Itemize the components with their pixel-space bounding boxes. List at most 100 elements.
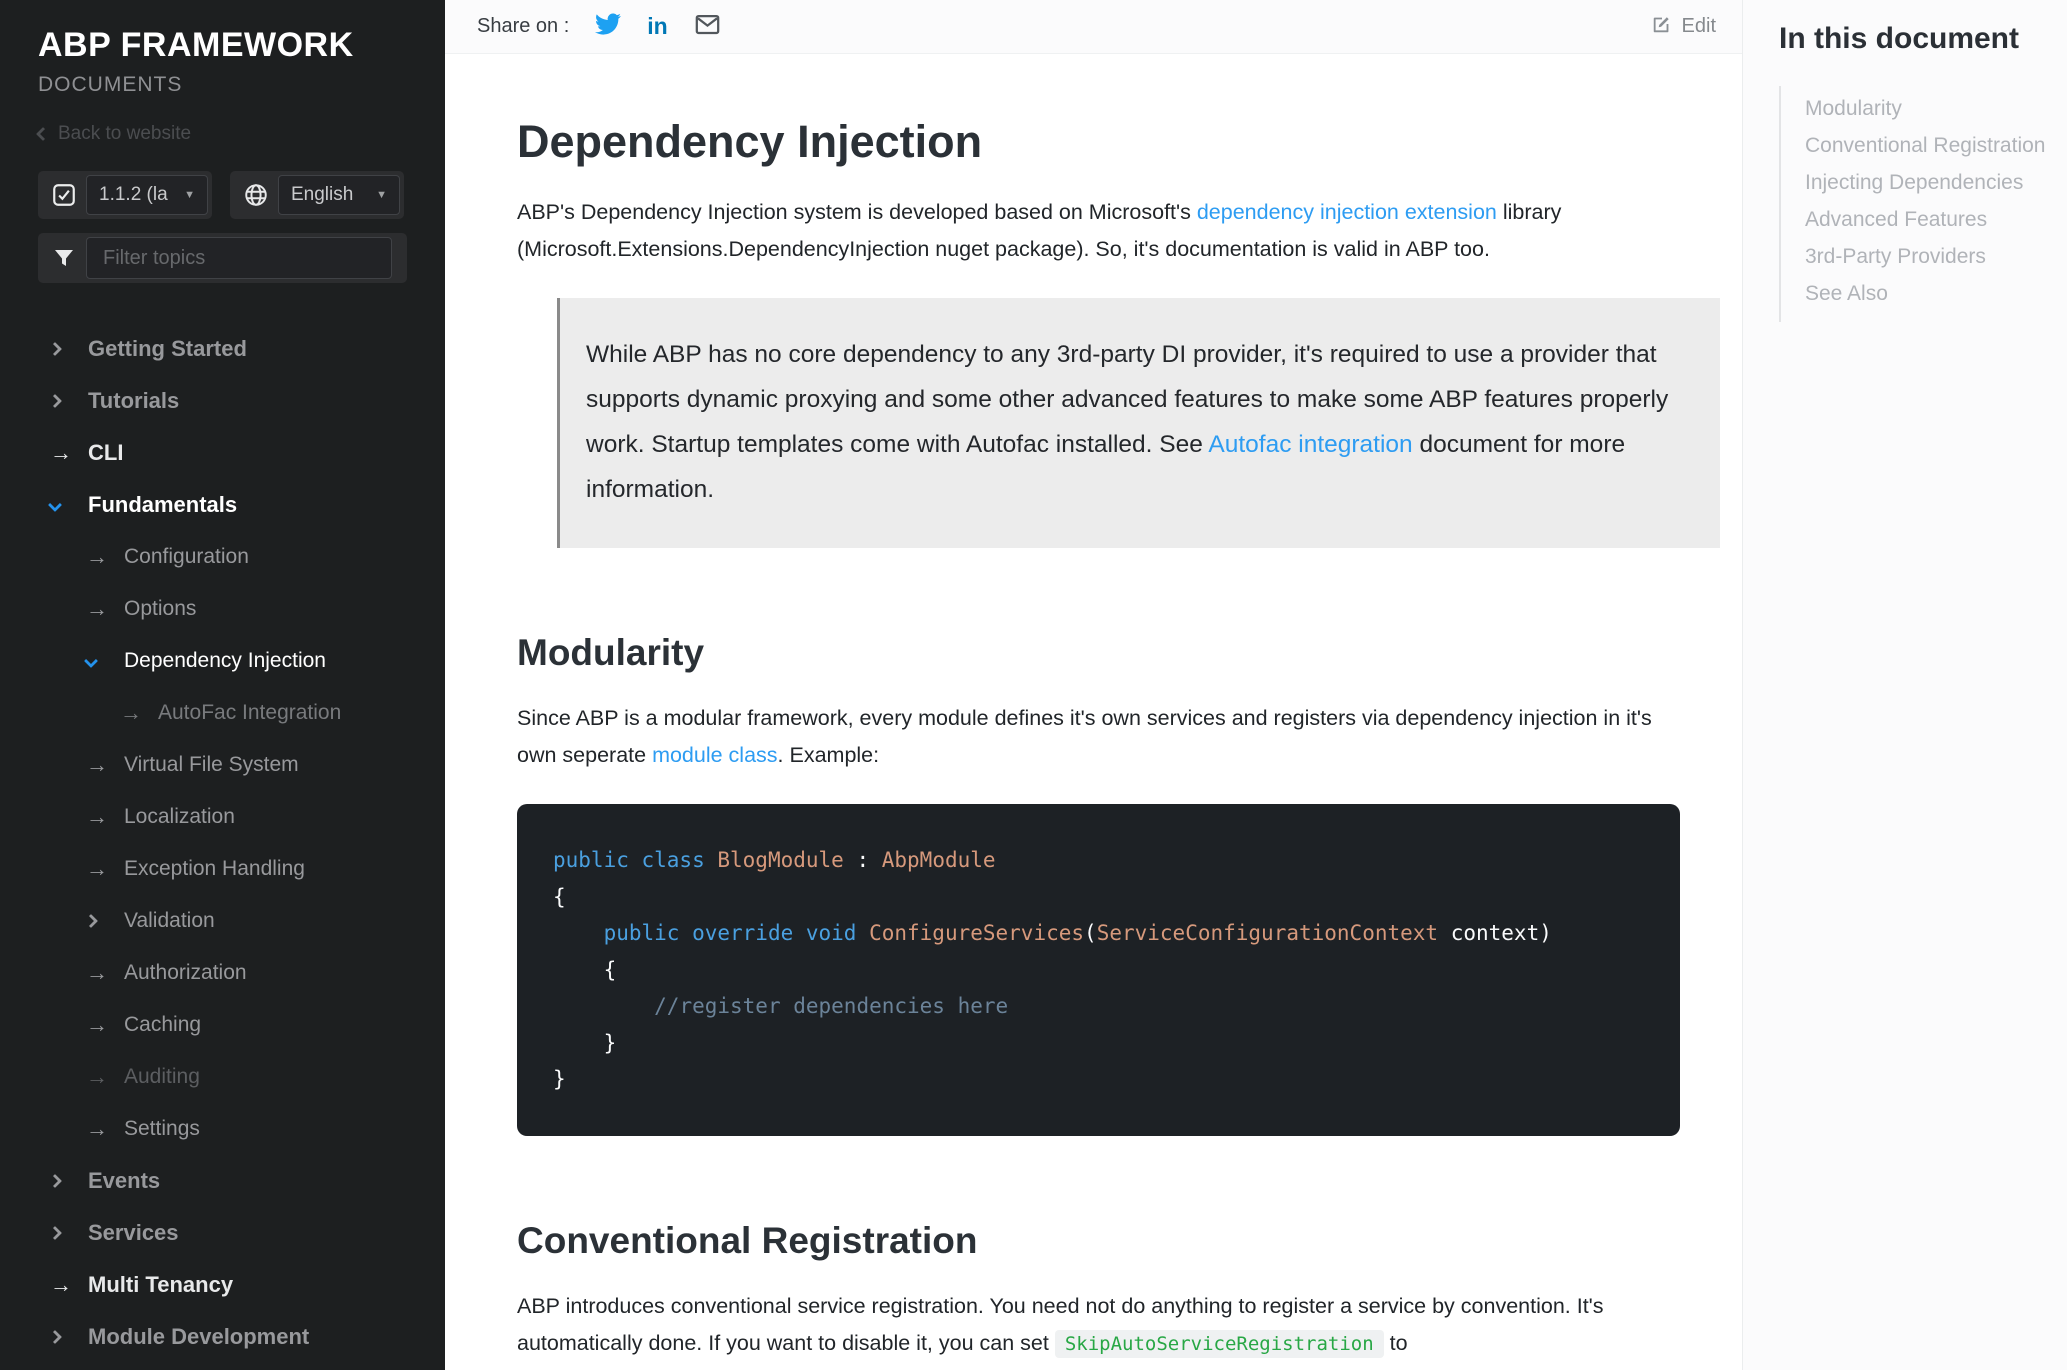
chevron-right-icon — [47, 341, 88, 357]
text-run: to — [1383, 1330, 1408, 1355]
sidebar-item-label: AutoFac Integration — [158, 701, 342, 724]
arrow-right-icon: → — [86, 1116, 108, 1141]
arrow-right-icon: → — [86, 752, 108, 777]
sidebar-item-label: Multi Tenancy — [88, 1272, 234, 1297]
chevron-right-icon — [47, 1329, 88, 1345]
sidebar-item-tutorials[interactable]: Tutorials — [0, 375, 445, 427]
sidebar-item-dependency-injection[interactable]: Dependency Injection — [0, 635, 445, 687]
modularity-paragraph: Since ABP is a modular framework, every … — [517, 700, 1680, 774]
text-run: ABP's Dependency Injection system is dev… — [517, 200, 1197, 224]
code-line: public class BlogModule : AbpModule — [553, 848, 996, 873]
code-line: //register dependencies here — [654, 994, 1009, 1019]
arrow-right-icon: → — [86, 856, 108, 881]
sidebar-item-label: Validation — [124, 909, 215, 932]
sidebar-item-validation[interactable]: Validation — [0, 895, 445, 947]
sidebar-item-label: Services — [88, 1220, 179, 1245]
main-content: Share on : in Edit Dependency Injection … — [445, 0, 1742, 1370]
sidebar-item-caching[interactable]: → Caching — [0, 999, 445, 1051]
article: Dependency Injection ABP's Dependency In… — [445, 54, 1742, 1370]
toc-item-modularity[interactable]: Modularity — [1805, 90, 2067, 127]
toc-item-conventional-registration[interactable]: Conventional Registration — [1805, 127, 2067, 164]
sidebar-item-events[interactable]: Events — [0, 1155, 445, 1207]
sidebar-item-autofac-integration[interactable]: → AutoFac Integration — [0, 687, 445, 739]
code-block: public class BlogModule : AbpModule { pub… — [517, 804, 1680, 1136]
back-to-website-link[interactable]: Back to website — [35, 123, 407, 145]
arrow-right-icon: → — [86, 1012, 108, 1037]
arrow-right-icon: → — [86, 596, 108, 621]
sidebar-item-label: Caching — [124, 1013, 202, 1036]
language-select[interactable]: English ▼ — [230, 171, 404, 219]
version-select[interactable]: 1.1.2 (la ▼ — [38, 171, 212, 219]
sidebar-item-services[interactable]: Services — [0, 1207, 445, 1259]
language-select-value: English — [291, 184, 354, 205]
inline-code: SkipAutoServiceRegistration — [1054, 1329, 1384, 1358]
sidebar-item-label: Authorization — [124, 961, 247, 984]
conventional-paragraph: ABP introduces conventional service regi… — [517, 1288, 1680, 1362]
share-twitter-button[interactable] — [595, 11, 622, 42]
version-select-value: 1.1.2 (la — [99, 184, 168, 205]
sidebar-item-label: Events — [88, 1168, 161, 1193]
arrow-right-icon: → — [120, 700, 142, 725]
share-email-button[interactable] — [694, 11, 721, 43]
sidebar-item-label: Virtual File System — [124, 753, 299, 776]
code-line: public override void ConfigureServices(S… — [603, 921, 1552, 946]
chevron-down-icon — [83, 653, 124, 669]
inline-link[interactable]: Autofac integration — [1208, 431, 1412, 458]
sidebar-item-label: Fundamentals — [88, 492, 238, 517]
sidebar-item-virtual-file-system[interactable]: → Virtual File System — [0, 739, 445, 791]
filter-topics-input[interactable] — [86, 237, 392, 279]
sidebar-item-label: Getting Started — [88, 336, 247, 361]
sidebar-item-fundamentals[interactable]: Fundamentals — [0, 479, 445, 531]
sidebar-item-cli[interactable]: → CLI — [0, 427, 445, 479]
sidebar-item-authorization[interactable]: → Authorization — [0, 947, 445, 999]
section-heading-modularity: Modularity — [517, 632, 705, 674]
text-run: . Example: — [777, 743, 880, 768]
sidebar-item-localization[interactable]: → Localization — [0, 791, 445, 843]
sidebar-item-label: Auditing — [124, 1065, 200, 1088]
sidebar-item-label: Options — [124, 597, 197, 620]
edit-button[interactable]: Edit — [1651, 13, 1716, 41]
toc-panel: In this document Modularity Conventional … — [1742, 0, 2067, 1370]
app-subtitle: DOCUMENTS — [38, 73, 183, 96]
chevron-right-icon — [47, 393, 88, 409]
chevron-down-icon — [47, 497, 88, 513]
sidebar: ABP FRAMEWORK DOCUMENTS Back to website … — [0, 0, 445, 1370]
arrow-right-icon: → — [86, 960, 108, 985]
page-title: Dependency Injection — [517, 116, 983, 167]
code-line: { — [553, 884, 566, 909]
sidebar-item-exception-handling[interactable]: → Exception Handling — [0, 843, 445, 895]
sidebar-item-auditing[interactable]: → Auditing — [0, 1051, 445, 1103]
inline-link[interactable]: module class — [652, 743, 777, 767]
sidebar-item-label: CLI — [88, 440, 124, 465]
arrow-right-icon: → — [86, 804, 108, 829]
sidebar-item-multi-tenancy[interactable]: → Multi Tenancy — [0, 1259, 445, 1311]
code-line: { — [553, 957, 617, 982]
sidebar-item-options[interactable]: → Options — [0, 583, 445, 635]
chevron-right-icon — [47, 1173, 88, 1189]
toc-item-advanced-features[interactable]: Advanced Features — [1805, 201, 2067, 238]
arrow-right-icon: → — [86, 1064, 108, 1089]
note-blockquote: While ABP has no core dependency to any … — [557, 297, 1720, 549]
version-checkbox-icon — [42, 175, 86, 215]
code-line: } — [553, 1030, 617, 1055]
sidebar-item-configuration[interactable]: → Configuration — [0, 531, 445, 583]
sidebar-item-label: Dependency Injection — [124, 649, 326, 672]
share-on-label: Share on : — [477, 15, 570, 37]
sidebar-item-settings[interactable]: → Settings — [0, 1103, 445, 1155]
caret-down-icon: ▼ — [184, 189, 195, 201]
intro-paragraph: ABP's Dependency Injection system is dev… — [517, 194, 1680, 268]
sidebar-item-module-development[interactable]: Module Development — [0, 1311, 445, 1363]
sidebar-item-getting-started[interactable]: Getting Started — [0, 323, 445, 375]
toc-item-see-also[interactable]: See Also — [1805, 275, 2067, 312]
back-to-website-label: Back to website — [58, 123, 192, 144]
share-linkedin-button[interactable]: in — [647, 15, 667, 38]
toc-item-3rd-party-providers[interactable]: 3rd-Party Providers — [1805, 238, 2067, 275]
toc-item-injecting-dependencies[interactable]: Injecting Dependencies — [1805, 164, 2067, 201]
arrow-right-icon: → — [50, 1272, 72, 1297]
arrow-right-icon: → — [50, 440, 72, 465]
arrow-right-icon: → — [86, 544, 108, 569]
sidebar-item-label: Tutorials — [88, 388, 180, 413]
inline-link[interactable]: dependency injection extension — [1197, 200, 1497, 224]
sidebar-item-label: Settings — [124, 1117, 200, 1140]
chevron-left-icon — [35, 126, 51, 142]
